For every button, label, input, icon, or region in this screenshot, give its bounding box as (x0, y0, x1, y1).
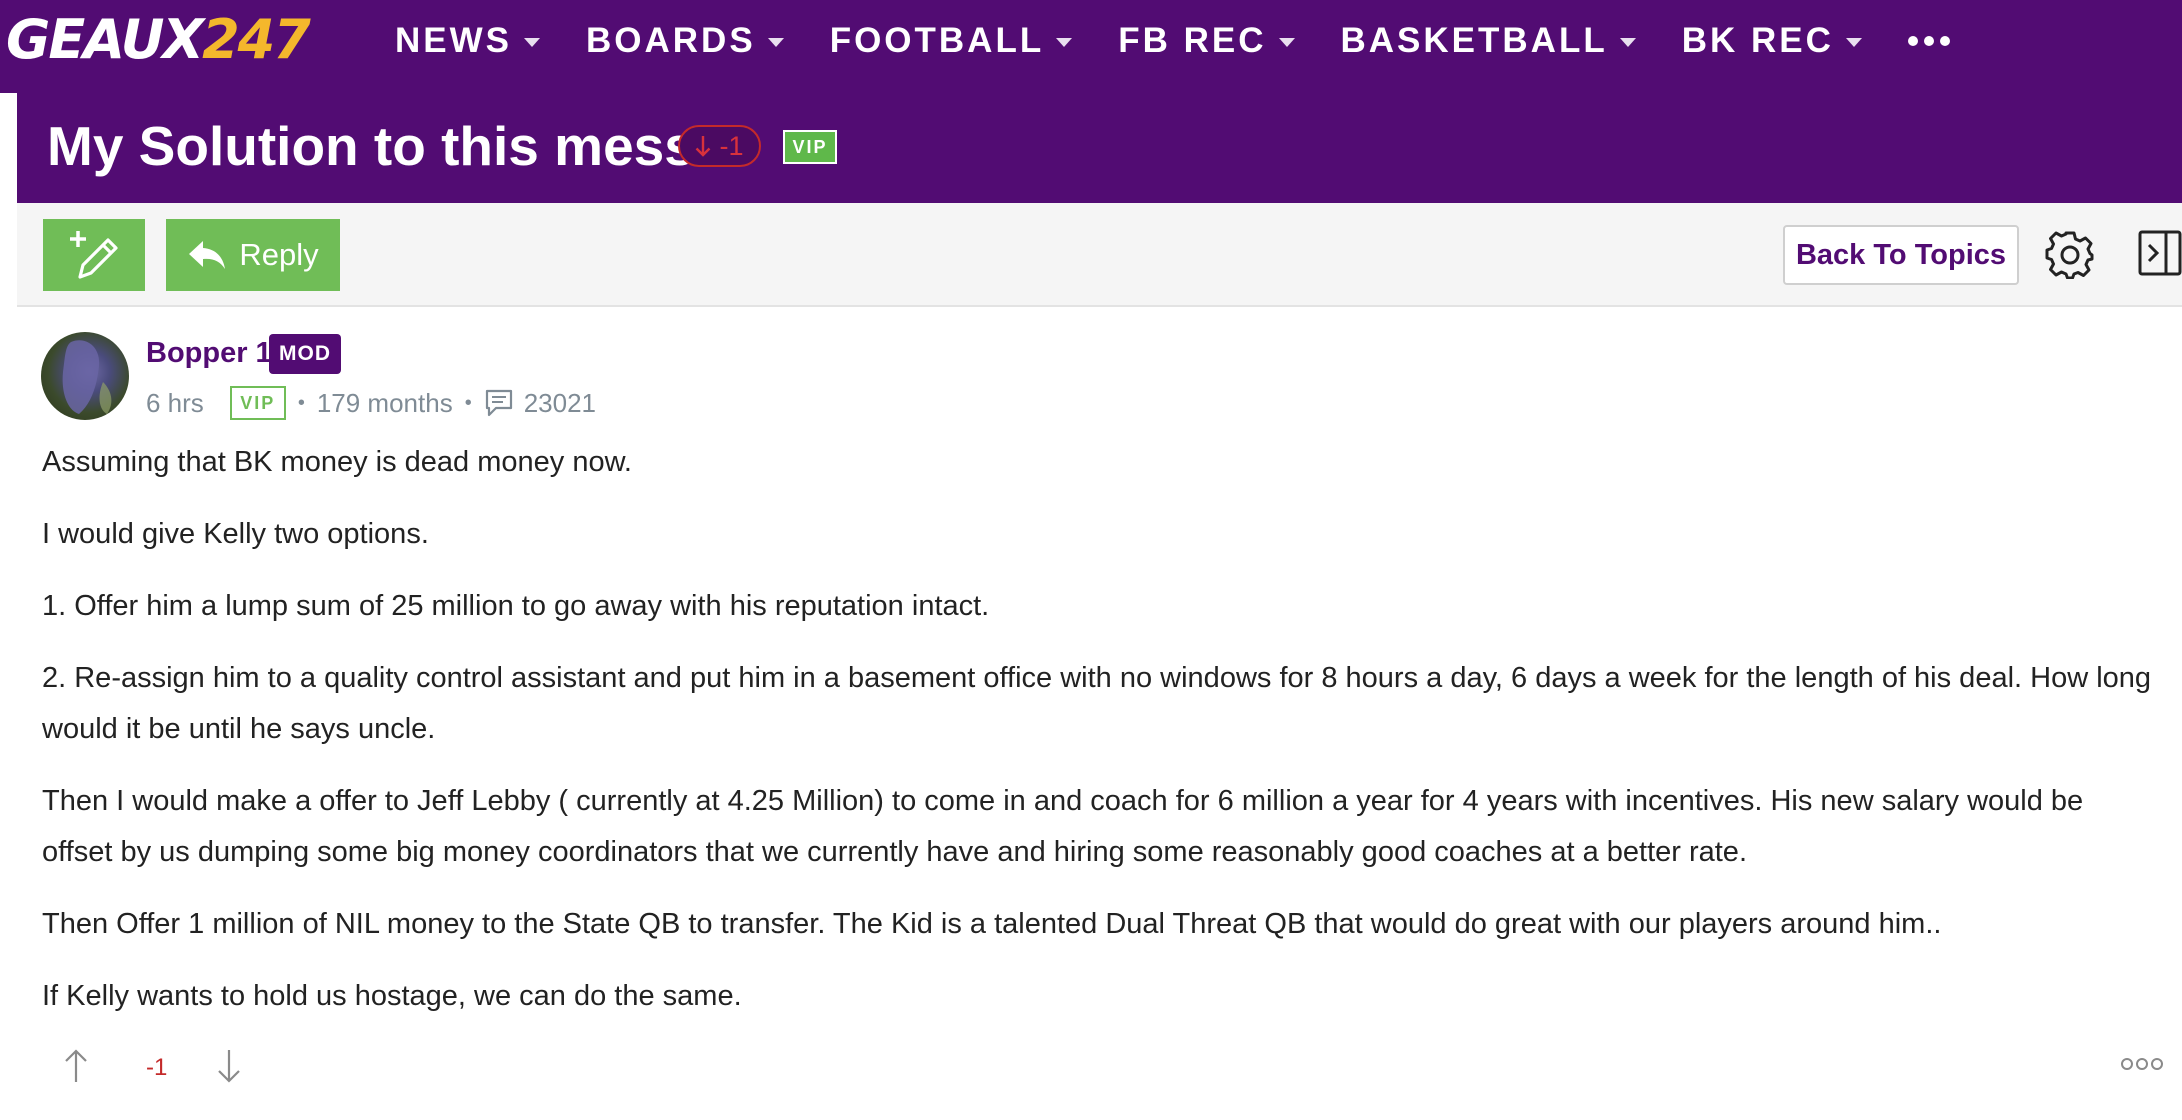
ellipsis-icon[interactable] (1907, 36, 1950, 46)
nav-item-label: NEWS (395, 21, 512, 60)
thread-header: My Solution to this mess -1 VIP (17, 93, 2182, 203)
thread-vote-badge: -1 (678, 125, 761, 167)
nav-item-boards[interactable]: BOARDS (586, 21, 784, 61)
chevron-down-icon (524, 37, 540, 47)
back-to-topics-button[interactable]: Back To Topics (1783, 225, 2019, 285)
nav-item-label: FB REC (1118, 21, 1267, 60)
chevron-down-icon (1278, 37, 1295, 47)
post-paragraph: 1. Offer him a lump sum of 25 million to… (42, 590, 990, 622)
reply-label: Reply (239, 237, 319, 272)
thread-vote-count: -1 (719, 130, 744, 161)
nav-menu: NEWS BOARDS FOOTBALL FB REC BASKETBALL B… (395, 0, 1950, 82)
post-options-icon[interactable] (2121, 1058, 2163, 1070)
separator-dot: • (464, 391, 472, 414)
nav-item-label: BOARDS (586, 21, 756, 60)
arrow-down-icon (696, 136, 711, 157)
post-paragraph: 2. Re-assign him to a quality control as… (42, 662, 2152, 745)
post-paragraph: Then I would make a offer to Jeff Lebby … (42, 785, 2084, 868)
post-time[interactable]: 6 hrs (146, 388, 204, 419)
downvote-arrow-icon[interactable] (216, 1048, 242, 1084)
post-count: 23021 (523, 387, 597, 418)
nav-item-label: FOOTBALL (829, 21, 1045, 60)
post-paragraph: Assuming that BK money is dead money now… (42, 446, 632, 478)
nav-item-basketball[interactable]: BASKETBALL (1341, 21, 1636, 61)
vip-badge: VIP (783, 130, 837, 164)
logo-text: GEAUX (6, 8, 204, 71)
site-logo[interactable]: GEAUX247 (6, 8, 311, 72)
vote-bar: -1 (41, 1044, 2181, 1094)
top-nav: GEAUX247 NEWS BOARDS FOOTBALL FB REC BAS… (0, 0, 2182, 93)
reply-arrow-icon (189, 241, 226, 269)
post-paragraph: If Kelly wants to hold us hostage, we ca… (42, 980, 742, 1012)
avatar-image (62, 340, 112, 414)
mod-badge: MOD (269, 334, 341, 374)
comment-icon (485, 389, 512, 417)
thread-toolbar: Reply Back To Topics (17, 203, 2182, 307)
gear-icon[interactable] (2045, 229, 2095, 279)
nav-item-label: BK REC (1681, 21, 1834, 60)
vip-badge: VIP (229, 386, 286, 420)
thread-title: My Solution to this mess (47, 115, 695, 177)
chevron-down-icon (1619, 37, 1636, 47)
chevron-down-icon (767, 37, 784, 47)
chevron-down-icon (1845, 37, 1862, 47)
new-topic-pencil-icon (70, 231, 118, 279)
post-author[interactable]: Bopper 1 (146, 337, 272, 370)
nav-item-news[interactable]: NEWS (395, 21, 540, 61)
reply-button[interactable]: Reply (166, 219, 340, 291)
nav-item-bk-rec[interactable]: BK REC (1682, 21, 1862, 61)
new-topic-button[interactable] (43, 219, 145, 291)
post: Bopper 1 MOD 6 hrs VIP • 179 months • 23… (17, 307, 2182, 1120)
post-paragraph: I would give Kelly two options. (42, 518, 429, 550)
post-body: Assuming that BK money is dead money now… (42, 437, 2152, 1043)
separator-dot: • (297, 391, 305, 414)
post-paragraph: Then Offer 1 million of NIL money to the… (42, 908, 1942, 940)
nav-item-label: BASKETBALL (1340, 21, 1608, 60)
post-score: -1 (146, 1054, 168, 1081)
logo-number: 247 (202, 8, 311, 71)
nav-item-football[interactable]: FOOTBALL (830, 21, 1073, 61)
nav-item-fb-rec[interactable]: FB REC (1118, 21, 1295, 61)
collapse-panel-icon[interactable] (2137, 229, 2182, 277)
avatar[interactable] (41, 332, 129, 420)
chevron-down-icon (1056, 37, 1073, 47)
member-tenure: 179 months (316, 387, 453, 418)
post-meta: 6 hrs VIP • 179 months • 23021 (146, 385, 596, 421)
upvote-arrow-icon[interactable] (63, 1048, 89, 1084)
